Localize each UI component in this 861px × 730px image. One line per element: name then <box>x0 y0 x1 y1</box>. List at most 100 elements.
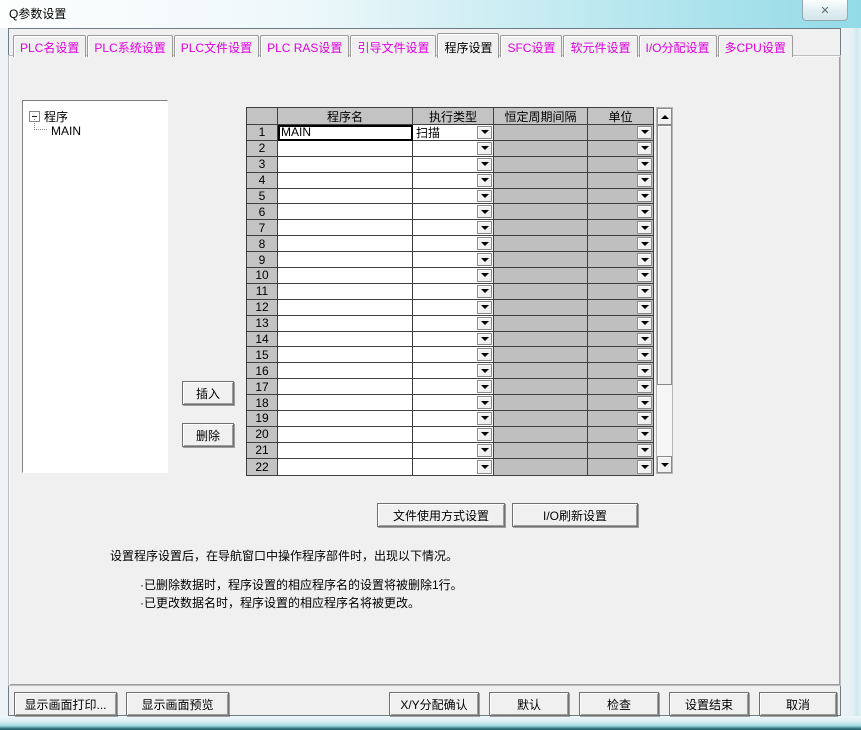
unit-dropdown[interactable] <box>637 237 652 250</box>
unit-dropdown[interactable] <box>637 317 652 330</box>
exec-type-cell[interactable] <box>413 157 494 173</box>
unit-cell[interactable] <box>588 252 653 268</box>
unit-cell[interactable] <box>588 268 653 284</box>
exec-type-cell[interactable] <box>413 379 494 395</box>
exec-type-cell[interactable] <box>413 300 494 316</box>
exec-type-cell[interactable] <box>413 284 494 300</box>
row-number[interactable]: 16 <box>247 363 278 379</box>
table-scrollbar[interactable] <box>656 107 673 474</box>
exec-type-dropdown[interactable] <box>477 285 492 298</box>
exec-type-dropdown[interactable] <box>477 158 492 171</box>
program-name-cell[interactable] <box>278 284 413 300</box>
exec-type-dropdown[interactable] <box>477 237 492 250</box>
tab-item[interactable]: 程序设置 <box>437 33 499 58</box>
exec-type-dropdown[interactable] <box>477 317 492 330</box>
tab-item[interactable]: PLC系统设置 <box>87 35 172 57</box>
exec-type-dropdown[interactable] <box>477 396 492 409</box>
exec-type-dropdown[interactable] <box>477 428 492 441</box>
row-number[interactable]: 4 <box>247 173 278 189</box>
exec-type-cell[interactable] <box>413 363 494 379</box>
program-name-cell[interactable] <box>278 395 413 411</box>
exec-type-cell[interactable]: 扫描 <box>413 125 494 141</box>
unit-cell[interactable] <box>588 316 653 332</box>
exec-type-cell[interactable] <box>413 316 494 332</box>
unit-dropdown[interactable] <box>637 380 652 393</box>
program-name-cell[interactable] <box>278 268 413 284</box>
xy-assignment-check-button[interactable]: X/Y分配确认 <box>389 692 479 716</box>
exec-type-cell[interactable] <box>413 220 494 236</box>
row-number[interactable]: 7 <box>247 220 278 236</box>
unit-cell[interactable] <box>588 427 653 443</box>
tab-item[interactable]: 引导文件设置 <box>350 35 436 57</box>
program-name-cell[interactable] <box>278 220 413 236</box>
program-name-cell[interactable] <box>278 411 413 427</box>
unit-cell[interactable] <box>588 173 653 189</box>
program-name-cell[interactable] <box>278 316 413 332</box>
exec-type-dropdown[interactable] <box>477 190 492 203</box>
exec-type-dropdown[interactable] <box>477 174 492 187</box>
tab-item[interactable]: PLC名设置 <box>13 35 86 57</box>
unit-dropdown[interactable] <box>637 460 652 474</box>
unit-cell[interactable] <box>588 157 653 173</box>
unit-cell[interactable] <box>588 395 653 411</box>
exec-type-dropdown[interactable] <box>477 460 492 474</box>
program-name-cell[interactable] <box>278 252 413 268</box>
unit-dropdown[interactable] <box>637 269 652 282</box>
screen-preview-button[interactable]: 显示画面预览 <box>126 692 229 716</box>
unit-dropdown[interactable] <box>637 253 652 266</box>
exec-type-cell[interactable] <box>413 427 494 443</box>
file-usage-setting-button[interactable]: 文件使用方式设置 <box>377 503 505 527</box>
program-name-cell[interactable] <box>278 141 413 157</box>
exec-type-dropdown[interactable] <box>477 380 492 393</box>
unit-dropdown[interactable] <box>637 428 652 441</box>
exec-type-cell[interactable] <box>413 443 494 459</box>
exec-type-dropdown[interactable] <box>477 333 492 346</box>
exec-type-cell[interactable] <box>413 459 494 475</box>
unit-cell[interactable] <box>588 236 653 252</box>
exec-type-dropdown[interactable] <box>477 301 492 314</box>
exec-type-dropdown[interactable] <box>477 253 492 266</box>
exec-type-dropdown[interactable] <box>477 142 492 155</box>
row-number[interactable]: 9 <box>247 252 278 268</box>
tab-item[interactable]: I/O分配设置 <box>639 35 717 57</box>
row-number[interactable]: 8 <box>247 236 278 252</box>
unit-dropdown[interactable] <box>637 412 652 425</box>
unit-cell[interactable] <box>588 125 653 141</box>
exec-type-dropdown[interactable] <box>477 205 492 218</box>
row-number[interactable]: 15 <box>247 347 278 363</box>
unit-cell[interactable] <box>588 379 653 395</box>
program-name-cell[interactable] <box>278 459 413 475</box>
cancel-button[interactable]: 取消 <box>759 692 837 716</box>
unit-dropdown[interactable] <box>637 142 652 155</box>
unit-cell[interactable] <box>588 459 653 475</box>
row-number[interactable]: 14 <box>247 332 278 348</box>
row-number[interactable]: 1 <box>247 125 278 141</box>
exec-type-cell[interactable] <box>413 252 494 268</box>
unit-cell[interactable] <box>588 300 653 316</box>
row-number[interactable]: 21 <box>247 443 278 459</box>
screen-print-button[interactable]: 显示画面打印... <box>14 692 117 716</box>
row-number[interactable]: 3 <box>247 157 278 173</box>
unit-cell[interactable] <box>588 204 653 220</box>
check-button[interactable]: 检查 <box>579 692 659 716</box>
row-number[interactable]: 11 <box>247 284 278 300</box>
program-name-cell[interactable] <box>278 157 413 173</box>
tab-item[interactable]: 软元件设置 <box>563 35 637 57</box>
program-tree[interactable]: 程序 MAIN <box>22 100 168 473</box>
tab-item[interactable]: PLC RAS设置 <box>260 35 349 57</box>
setting-finish-button[interactable]: 设置结束 <box>669 692 749 716</box>
row-number[interactable]: 5 <box>247 189 278 205</box>
exec-type-cell[interactable] <box>413 189 494 205</box>
titlebar[interactable]: Q参数设置 ✕ <box>0 0 861 28</box>
row-number[interactable]: 18 <box>247 395 278 411</box>
close-button[interactable]: ✕ <box>802 0 848 21</box>
unit-dropdown[interactable] <box>637 285 652 298</box>
unit-cell[interactable] <box>588 411 653 427</box>
tab-item[interactable]: SFC设置 <box>500 35 562 57</box>
program-name-cell[interactable] <box>278 427 413 443</box>
unit-cell[interactable] <box>588 284 653 300</box>
exec-type-dropdown[interactable] <box>477 444 492 457</box>
row-number[interactable]: 6 <box>247 204 278 220</box>
exec-type-dropdown[interactable] <box>477 126 492 139</box>
row-number[interactable]: 22 <box>247 459 278 475</box>
